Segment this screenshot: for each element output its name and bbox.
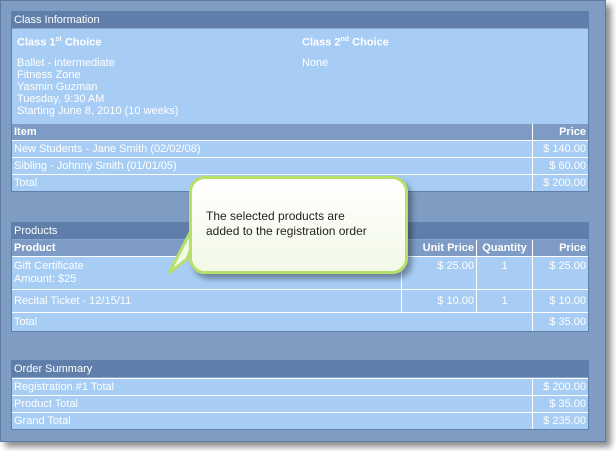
- class-start-date: Starting June 8, 2010 (10 weeks): [17, 105, 179, 117]
- product-detail: Amount: $25: [14, 273, 77, 285]
- summary-value: $ 35.00: [532, 395, 588, 413]
- callout-line-2: added to the registration order: [206, 224, 367, 238]
- products-total-row: Total $ 35.00: [12, 312, 588, 331]
- product-price: $ 25.00: [532, 256, 588, 290]
- grand-total-label: Grand Total: [12, 412, 533, 429]
- column-header-price: Price: [532, 124, 588, 141]
- product-quantity: 1: [476, 256, 533, 290]
- product-name: Recital Ticket - 12/15/11: [12, 289, 402, 313]
- order-summary-table: Registration #1 Total $ 200.00 Product T…: [12, 378, 588, 429]
- column-header-item: Item: [12, 124, 533, 141]
- class-schedule: Tuesday, 9:30 AM: [17, 93, 105, 105]
- fee-item: New Students - Jane Smith (02/02/08): [12, 140, 533, 158]
- class-information-panel: Class Information Class 1st Choice Balle…: [11, 11, 589, 192]
- product-price: $ 10.00: [532, 289, 588, 313]
- column-header-quantity: Quantity: [476, 240, 533, 257]
- class-information-header: Class Information: [12, 12, 588, 29]
- product-quantity: 1: [476, 289, 533, 313]
- fees-total-value: $ 200.00: [532, 174, 588, 191]
- fee-price: $ 140.00: [532, 140, 588, 158]
- product-unit-price: $ 10.00: [401, 289, 477, 313]
- table-row: New Students - Jane Smith (02/02/08) $ 1…: [12, 140, 588, 158]
- fee-price: $ 60.00: [532, 157, 588, 175]
- class-2nd-choice-value: None: [302, 57, 329, 69]
- summary-row: Product Total $ 35.00: [12, 395, 588, 413]
- column-header-price: Price: [532, 240, 588, 257]
- order-summary-header: Order Summary: [12, 361, 588, 378]
- screenshot-frame: Class Information Class 1st Choice Balle…: [0, 0, 606, 442]
- callout-line-1: The selected products are: [206, 209, 345, 223]
- summary-label: Registration #1 Total: [12, 378, 533, 396]
- class-instructor: Yasmin Guzman: [17, 81, 98, 93]
- summary-label: Product Total: [12, 395, 533, 413]
- summary-value: $ 200.00: [532, 378, 588, 396]
- summary-row: Registration #1 Total $ 200.00: [12, 378, 588, 396]
- fee-item: Sibling - Johnny Smith (01/01/05): [12, 157, 533, 175]
- grand-total-value: $ 235.00: [532, 412, 588, 429]
- callout-text: The selected products are added to the r…: [206, 209, 396, 239]
- class-2nd-choice-title: Class 2nd Choice: [302, 36, 389, 49]
- products-total-label: Total: [12, 312, 533, 331]
- order-summary-panel: Order Summary Registration #1 Total $ 20…: [11, 360, 589, 430]
- class-1st-choice-title: Class 1st Choice: [17, 36, 102, 49]
- class-choices: Class 1st Choice Ballet - intermediate F…: [12, 29, 588, 124]
- grand-total-row: Grand Total $ 235.00: [12, 412, 588, 429]
- table-row: Sibling - Johnny Smith (01/01/05) $ 60.0…: [12, 157, 588, 175]
- product-unit-price: $ 25.00: [401, 256, 477, 290]
- callout-annotation: The selected products are added to the r…: [189, 176, 408, 274]
- class-name: Ballet - intermediate: [17, 57, 115, 69]
- class-location: Fitness Zone: [17, 69, 81, 81]
- table-row: Recital Ticket - 12/15/11 $ 10.00 1 $ 10…: [12, 289, 588, 313]
- column-header-unit-price: Unit Price: [401, 240, 477, 257]
- class-1st-choice-details: Ballet - intermediate Fitness Zone Yasmi…: [17, 57, 178, 117]
- products-total-value: $ 35.00: [532, 312, 588, 331]
